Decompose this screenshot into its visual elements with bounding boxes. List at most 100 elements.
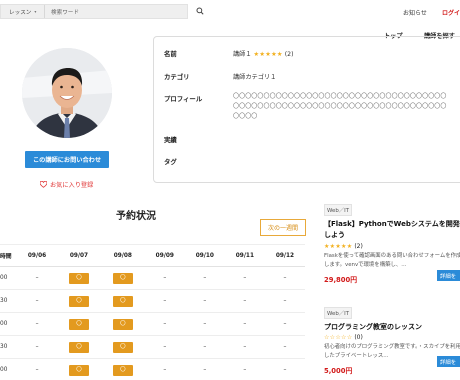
name-value-group: 講師１ ★★★★★ (2) [233, 49, 294, 58]
schedule-cell: 〇 [100, 289, 145, 313]
schedule-cell: – [184, 335, 225, 359]
unavailable-slot: – [203, 298, 207, 304]
time-cell: 00 [0, 266, 17, 290]
tags-label: タグ [164, 158, 177, 166]
schedule-cell: 〇 [57, 335, 101, 359]
unavailable-slot: – [35, 367, 39, 373]
unavailable-slot: – [35, 298, 39, 304]
schedule-cell: – [184, 312, 225, 336]
date-header: 09/07 [57, 244, 101, 267]
unavailable-slot: – [203, 321, 207, 327]
date-header: 09/06 [17, 244, 58, 267]
date-header: 09/08 [100, 244, 145, 267]
table-row: 30 – 〇 〇 – – – – [0, 289, 305, 313]
schedule-cell: – [144, 358, 185, 380]
favorite-button[interactable]: お気に入り登録 [40, 180, 93, 189]
schedule-cell: – [184, 358, 225, 380]
schedule-cell: – [264, 335, 305, 359]
search-bar: レッスン ▾ 検索ワード [0, 4, 188, 19]
unavailable-slot: – [203, 344, 207, 350]
schedule-cell: – [224, 266, 265, 290]
time-cell: 00 [0, 358, 17, 380]
teacher-photo [22, 48, 112, 138]
table-row: 30 – 〇 〇 – – – – [0, 335, 305, 359]
schedule-cell: 〇 [100, 358, 145, 380]
schedule-table: 時間 09/06 09/07 09/08 09/09 09/10 09/11 0… [0, 244, 305, 380]
available-slot-button[interactable]: 〇 [68, 364, 89, 376]
table-row: 00 – 〇 〇 – – – – [0, 358, 305, 380]
available-slot-button[interactable]: 〇 [112, 364, 133, 376]
lesson-title[interactable]: プログラミング教室のレッスン [324, 322, 460, 333]
date-header: 09/10 [184, 244, 225, 267]
available-slot-button[interactable]: 〇 [68, 318, 89, 330]
next-week-button[interactable]: 次の一週間 [260, 219, 306, 236]
schedule-cell: 〇 [57, 289, 101, 313]
schedule-cell: – [144, 289, 185, 313]
date-header: 09/09 [144, 244, 185, 267]
time-cell: 30 [0, 335, 17, 359]
schedule-cell: 〇 [100, 312, 145, 336]
available-slot-button[interactable]: 〇 [68, 341, 89, 353]
unavailable-slot: – [243, 298, 247, 304]
schedule-cell: – [17, 266, 58, 290]
avatar [22, 48, 112, 138]
schedule-cell: – [144, 335, 185, 359]
schedule-cell: – [184, 289, 225, 313]
heart-icon [40, 181, 47, 188]
date-header: 09/12 [264, 244, 305, 267]
schedule-cell: – [17, 289, 58, 313]
lesson-rating: ★★★★★ (2) [324, 243, 460, 250]
rating-count: (2) [284, 51, 294, 58]
unavailable-slot: – [283, 321, 287, 327]
available-slot-button[interactable]: 〇 [68, 272, 89, 284]
contact-teacher-button[interactable]: この講師にお問い合わせ [25, 151, 109, 168]
table-row: 00 – 〇 〇 – – – – [0, 312, 305, 336]
schedule-cell: – [224, 358, 265, 380]
schedule-cell: – [17, 358, 58, 380]
search-input[interactable]: 検索ワード [45, 8, 79, 16]
lesson-page: レッスン ▾ 検索ワード お知らせ ログイン トップ 講師を探す [0, 0, 460, 380]
schedule-cell: – [17, 335, 58, 359]
lesson-category-select[interactable]: レッスン ▾ [1, 5, 45, 18]
lesson-title[interactable]: 【Flask】PythonでWebシステムを開発しよう [324, 219, 460, 241]
unavailable-slot: – [35, 275, 39, 281]
unavailable-slot: – [243, 321, 247, 327]
available-slot-button[interactable]: 〇 [112, 272, 133, 284]
schedule-header-row: 時間 09/06 09/07 09/08 09/09 09/10 09/11 0… [0, 244, 305, 267]
schedule-cell: – [264, 289, 305, 313]
available-slot-button[interactable]: 〇 [112, 318, 133, 330]
teacher-info-card: 名前 講師１ ★★★★★ (2) カテゴリ 講師カテゴリ１ プロフィール 〇〇〇… [153, 36, 460, 183]
lesson-description: Flaskを使って確認画面のある問い合わせフォームを作成します。venvで環境を… [324, 253, 460, 268]
detail-button[interactable]: 詳細を [437, 270, 460, 281]
search-icon[interactable] [196, 7, 204, 15]
available-slot-button[interactable]: 〇 [68, 295, 89, 307]
unavailable-slot: – [243, 344, 247, 350]
lesson-rating-count: (0) [354, 334, 363, 341]
unavailable-slot: – [283, 344, 287, 350]
unavailable-slot: – [283, 298, 287, 304]
favorite-label: お気に入り登録 [50, 182, 94, 189]
unavailable-slot: – [163, 298, 167, 304]
time-header: 時間 [0, 244, 17, 267]
login-link[interactable]: ログイン [442, 8, 460, 17]
lesson-rating: ☆☆☆☆☆ (0) [324, 334, 460, 341]
available-slot-button[interactable]: 〇 [112, 341, 133, 353]
unavailable-slot: – [283, 367, 287, 373]
chevron-down-icon: ▾ [34, 9, 37, 14]
schedule-cell: – [184, 266, 225, 290]
unavailable-slot: – [283, 275, 287, 281]
name-label: 名前 [164, 50, 177, 58]
profile-text: 〇〇〇〇〇〇〇〇〇〇〇〇〇〇〇〇〇〇〇〇〇〇〇〇〇〇〇〇〇〇〇〇〇〇〇〇〇〇〇〇… [233, 93, 447, 120]
achievements-label: 実績 [164, 136, 177, 144]
time-cell: 00 [0, 312, 17, 336]
detail-button[interactable]: 詳細を [437, 356, 460, 367]
notice-link[interactable]: お知らせ [403, 8, 427, 17]
lesson-rating-count: (2) [354, 243, 363, 250]
lesson-stars: ★★★★★ [324, 243, 353, 250]
unavailable-slot: – [35, 321, 39, 327]
rating-stars: ★★★★★ [253, 51, 283, 58]
unavailable-slot: – [163, 275, 167, 281]
schedule-cell: 〇 [100, 266, 145, 290]
available-slot-button[interactable]: 〇 [112, 295, 133, 307]
schedule-cell: 〇 [100, 335, 145, 359]
